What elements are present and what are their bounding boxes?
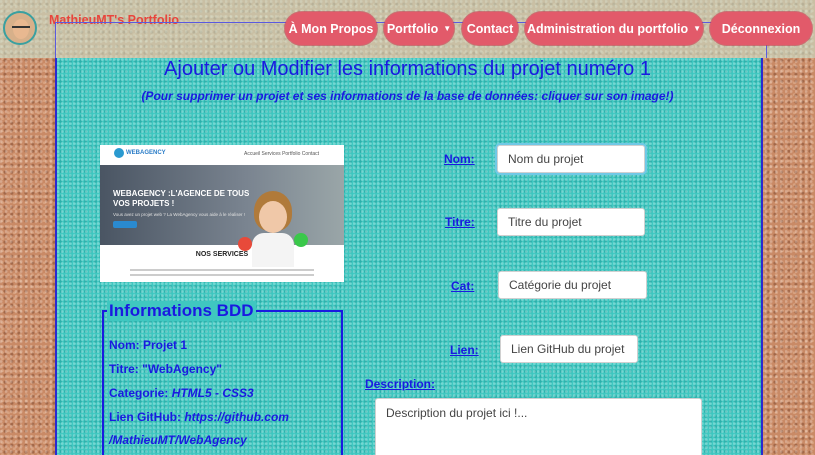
titre-input[interactable] <box>497 208 645 236</box>
info-titre: Titre: "WebAgency" <box>109 362 222 376</box>
info-lien-continued: /MathieuMT/WebAgency <box>109 433 247 447</box>
nom-input[interactable] <box>497 145 645 173</box>
project-image-hero-button <box>113 221 137 228</box>
lien-label: Lien: <box>450 343 479 357</box>
cat-label: Cat: <box>451 279 475 293</box>
girl-face <box>259 201 287 233</box>
page-title: Ajouter ou Modifier les informations du … <box>164 58 651 80</box>
project-image-text-line <box>130 274 314 276</box>
project-image-hero: WEBAGENCY :L'AGENCE DE TOUS VOS PROJETS … <box>100 165 344 267</box>
nav-item-label: Administration du portfolio <box>526 21 689 36</box>
info-categorie: Categorie: HTML5 - CSS3 <box>109 386 254 400</box>
nav-item-administration[interactable]: Administration du portfolio ▼ <box>525 12 703 45</box>
titre-label: Titre: <box>445 215 475 229</box>
navbar: MathieuMT's Portfolio À Mon Propos Portf… <box>0 0 815 58</box>
info-categorie-label: Categorie: <box>109 386 172 400</box>
project-image-menu: Accueil Services Portfolio Contact <box>244 151 320 157</box>
project-image-hero-text: Vous avez un projet web ? La WebAgency v… <box>113 212 245 217</box>
cat-input[interactable] <box>498 271 647 299</box>
description-label: Description: <box>365 377 436 391</box>
nav-item-label: Déconnexion <box>721 21 801 36</box>
info-lien-value-2[interactable]: /MathieuMT/WebAgency <box>109 433 247 447</box>
info-lien-label: Lien GitHub: <box>109 410 185 424</box>
nav-item-a-mon-propos[interactable]: À Mon Propos <box>285 12 377 45</box>
webagency-logo-icon <box>114 148 124 158</box>
info-box-title: Informations BDD <box>107 301 256 321</box>
project-image-header: WEBAGENCY Accueil Services Portfolio Con… <box>100 145 344 165</box>
info-nom-label: Nom: <box>109 338 143 352</box>
info-categorie-value: HTML5 - CSS3 <box>171 386 254 400</box>
info-titre-label: Titre: <box>109 362 143 376</box>
info-nom: Nom: Projet 1 <box>109 338 187 352</box>
chevron-down-icon: ▼ <box>693 24 701 33</box>
nav-item-deconnexion[interactable]: Déconnexion <box>710 12 812 45</box>
nav-item-contact[interactable]: Contact <box>462 12 518 45</box>
info-nom-value: Projet 1 <box>143 338 188 352</box>
page-subtitle: (Pour supprimer un projet et ses informa… <box>141 89 674 103</box>
nav-item-portfolio[interactable]: Portfolio ▼ <box>384 12 454 45</box>
avatar-glasses <box>12 26 30 30</box>
nav-item-label: Contact <box>466 21 514 36</box>
avatar[interactable] <box>3 11 37 45</box>
nom-label: Nom: <box>444 152 475 166</box>
info-lien: Lien GitHub: https://github.com <box>109 410 289 424</box>
description-textarea[interactable] <box>375 398 702 455</box>
info-lien-value[interactable]: https://github.com <box>184 410 289 424</box>
project-image-logo: WEBAGENCY <box>126 150 166 156</box>
lien-input[interactable] <box>500 335 638 363</box>
info-titre-value: "WebAgency" <box>142 362 222 376</box>
nav-item-label: À Mon Propos <box>288 21 374 36</box>
project-image-section-title: NOS SERVICES <box>195 251 249 258</box>
nav-item-label: Portfolio <box>386 21 439 36</box>
project-image[interactable]: WEBAGENCY Accueil Services Portfolio Con… <box>100 145 344 282</box>
project-image-text-line <box>130 269 314 271</box>
chevron-down-icon: ▼ <box>443 24 452 33</box>
project-image-hero-title: WEBAGENCY :L'AGENCE DE TOUS VOS PROJETS … <box>113 189 250 208</box>
